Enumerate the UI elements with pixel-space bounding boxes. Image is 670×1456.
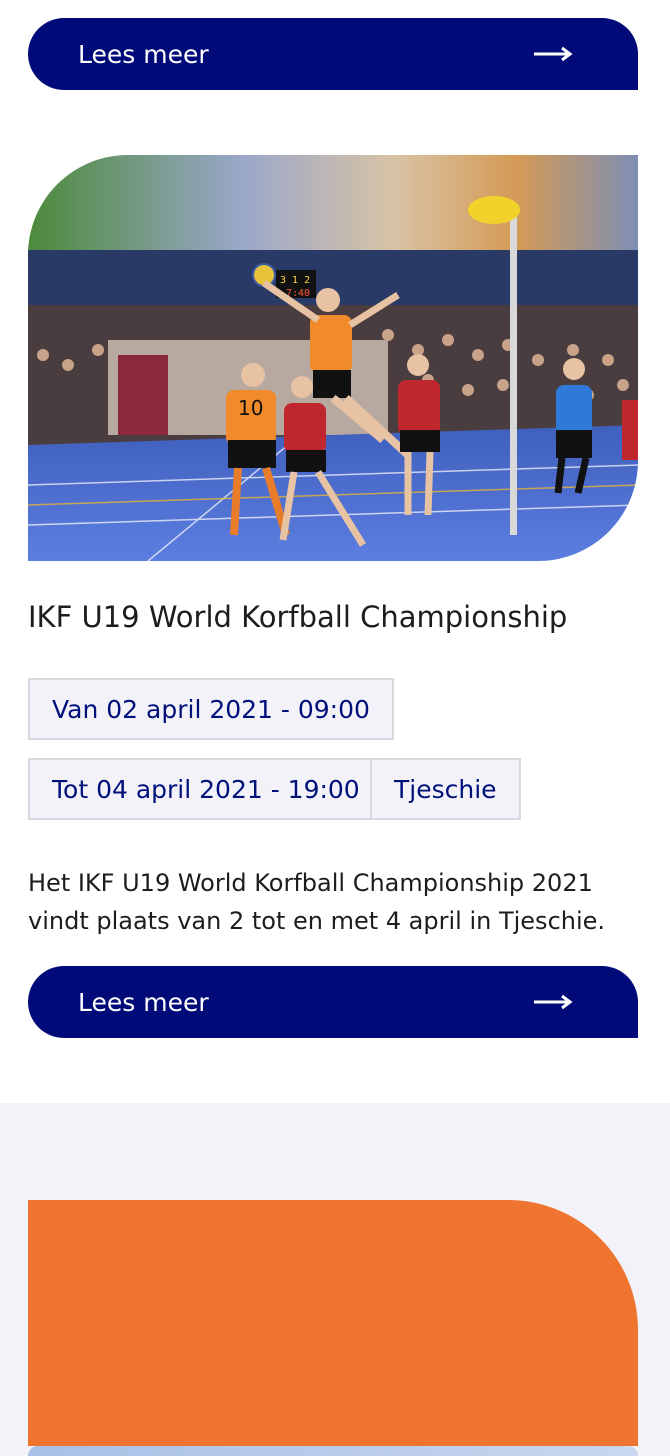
read-more-button[interactable]: Lees meer [28,966,638,1038]
event-title[interactable]: IKF U19 World Korfball Championship [28,600,567,634]
event-end-date-tag: Tot 04 april 2021 - 19:00 [28,758,384,820]
event-location-tag: Tjeschie [370,758,521,820]
event-description: Het IKF U19 World Korfball Championship … [28,869,606,935]
read-more-button-top[interactable]: Lees meer [28,18,638,90]
featured-card-orange[interactable] [28,1200,638,1446]
arrow-right-icon [534,994,573,1010]
arrow-right-icon [534,46,573,62]
read-more-label: Lees meer [78,987,209,1017]
featured-card-image-peek [28,1446,638,1456]
event-image[interactable]: 3 1 2 7:40 10 [28,155,638,561]
scoreboard-text: 3 1 2 [280,275,310,286]
read-more-label: Lees meer [78,39,209,69]
event-start-date-tag: Van 02 april 2021 - 09:00 [28,678,394,740]
jersey-number: 10 [238,396,263,420]
